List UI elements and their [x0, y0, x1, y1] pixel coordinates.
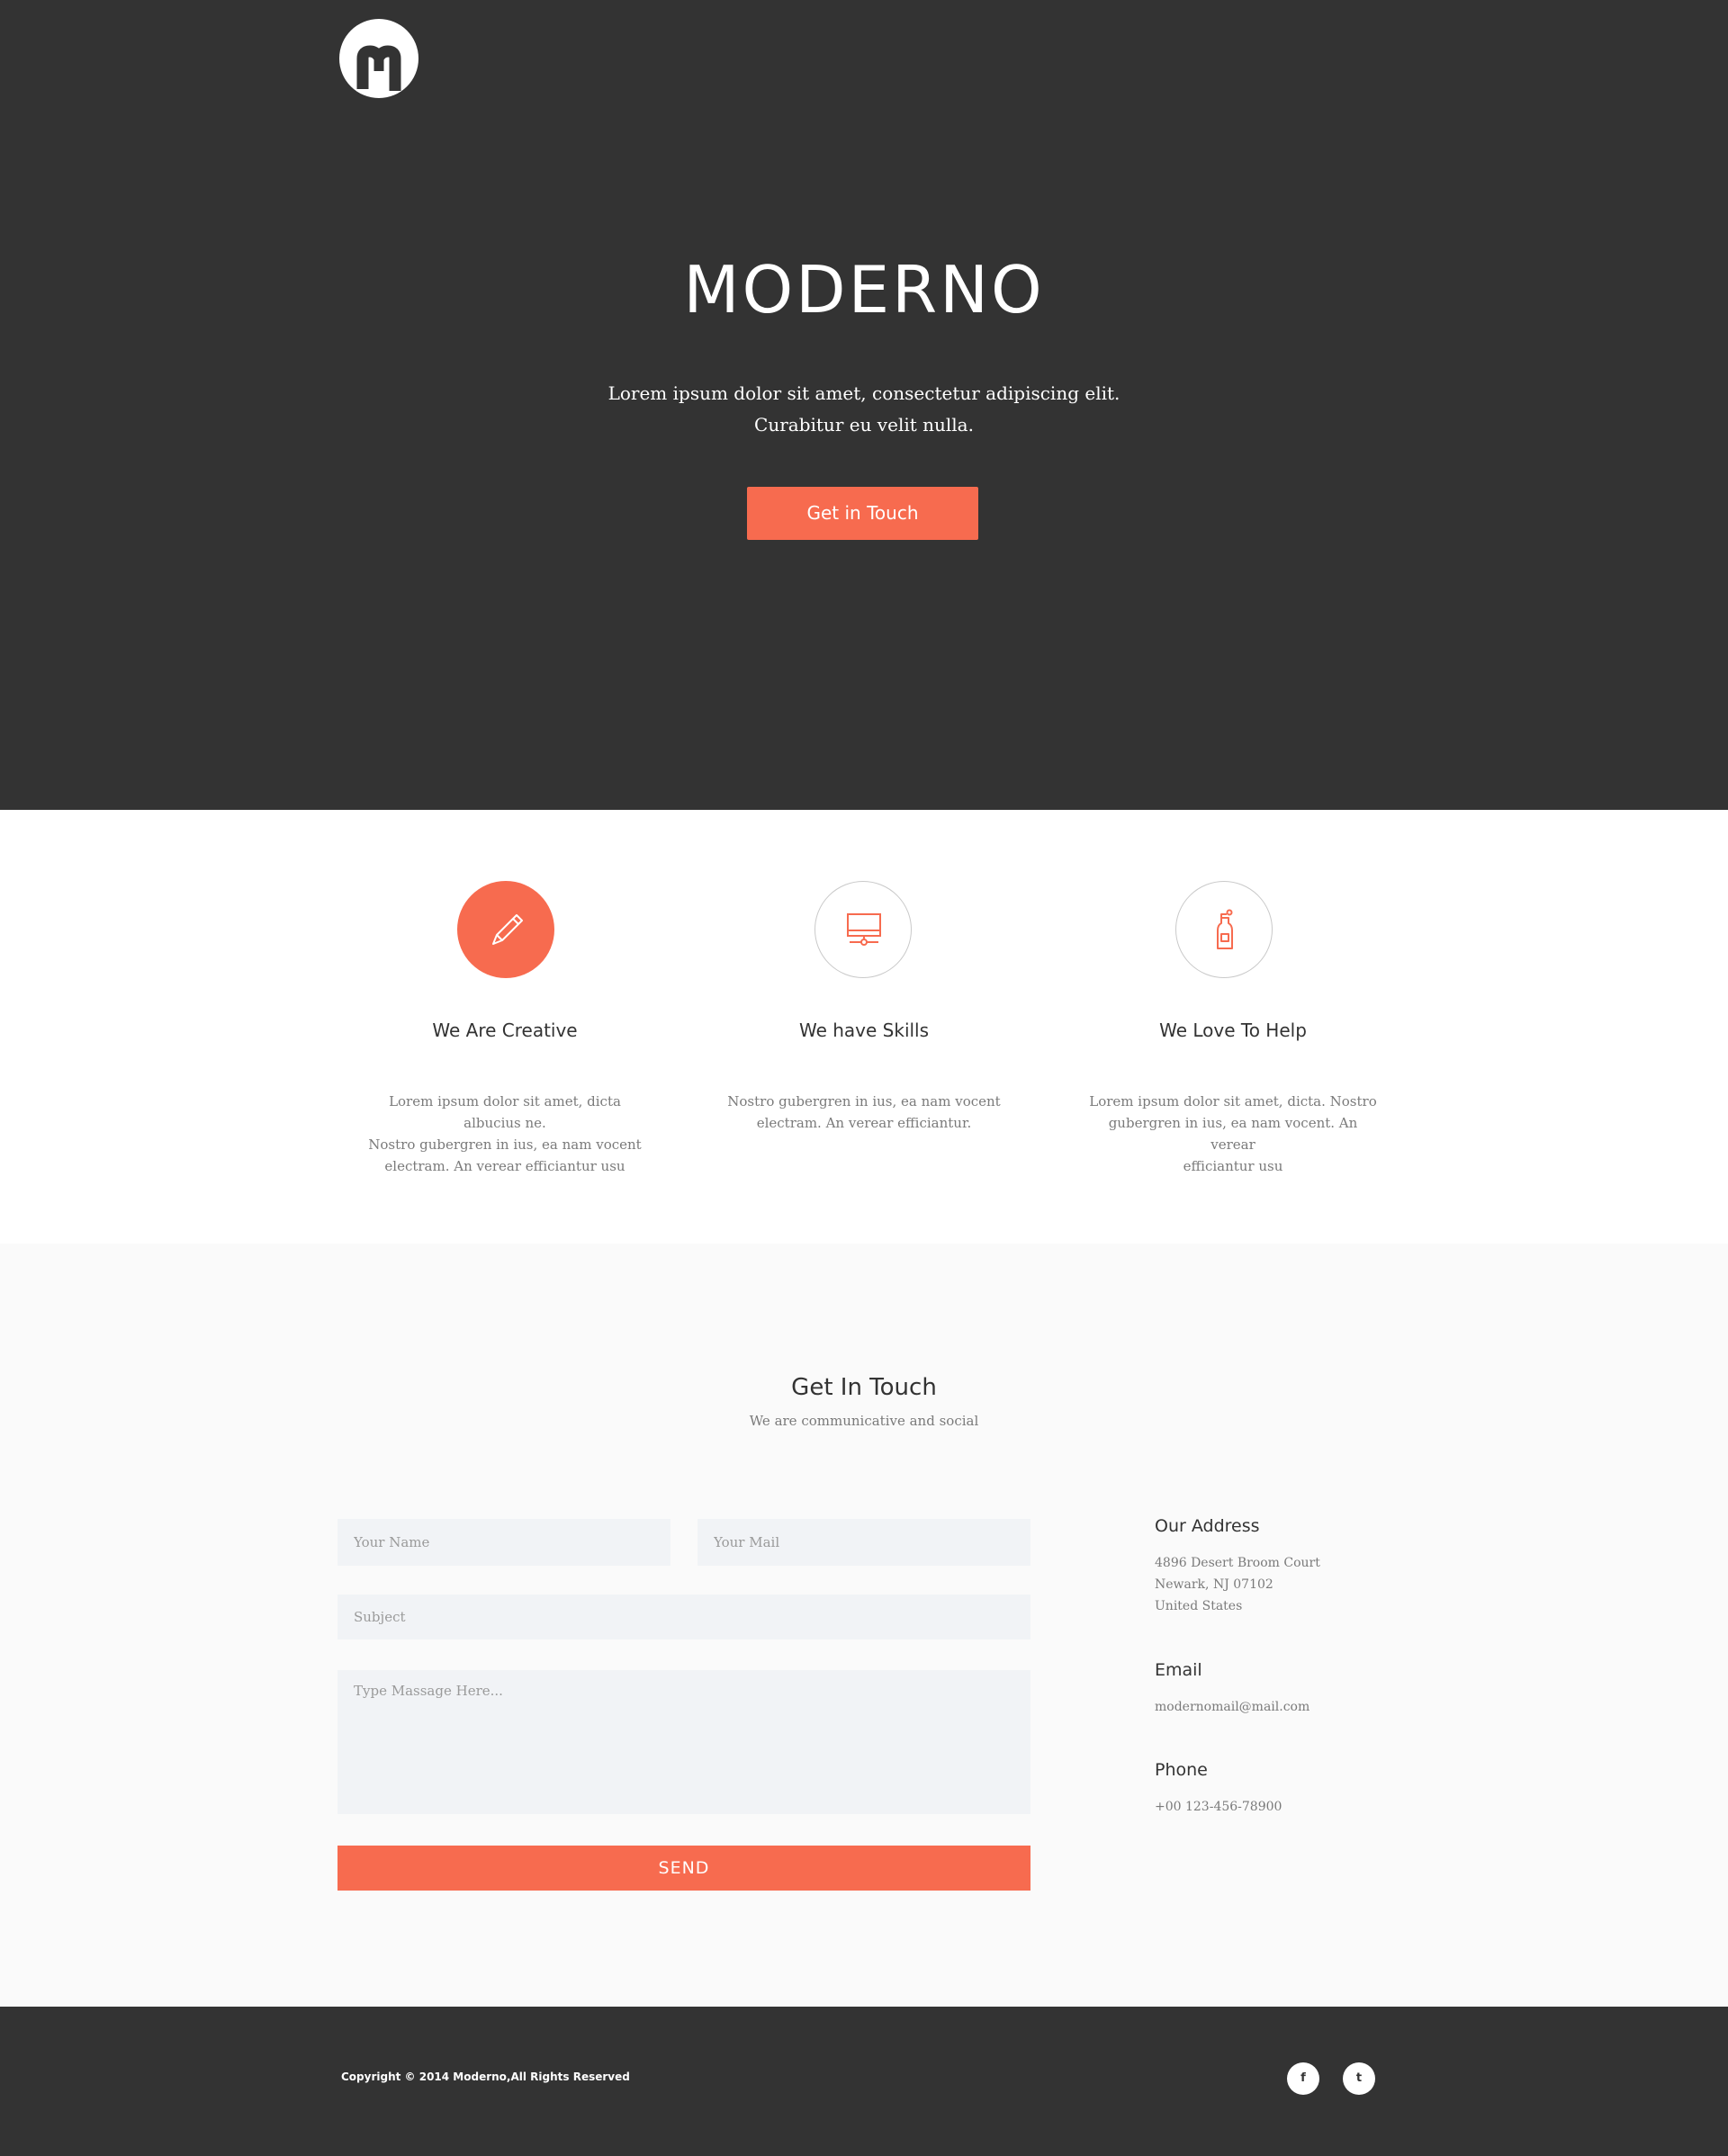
feature-title: We Are Creative [432, 1020, 578, 1041]
feature-text: Nostro gubergren in ius, ea nam vocent e… [720, 1091, 1008, 1134]
footer: Copyright © 2014 Moderno,All Rights Rese… [0, 2007, 1728, 2156]
feature-text: Lorem ipsum dolor sit amet, dicta. Nostr… [1089, 1091, 1377, 1177]
contact-title: Get In Touch [791, 1374, 937, 1401]
feature-title: We have Skills [798, 1020, 930, 1041]
hero-subtitle-line: Lorem ipsum dolor sit amet, consectetur … [608, 382, 1120, 404]
get-in-touch-button[interactable]: Get in Touch [747, 487, 978, 540]
moderno-m-icon [356, 45, 401, 91]
feature-text: Lorem ipsum dolor sit amet, dicta albuci… [361, 1091, 649, 1177]
hero-subtitle: Lorem ipsum dolor sit amet, consectetur … [504, 378, 1224, 441]
name-input[interactable] [338, 1519, 670, 1566]
feature-title: We Love To Help [1159, 1020, 1307, 1041]
feature-text-line: electram. An verear efficiantur usu [384, 1158, 626, 1174]
address-line: 4896 Desert Broom Court [1155, 1556, 1320, 1570]
hero-section: MODERNO Lorem ipsum dolor sit amet, cons… [0, 0, 1728, 810]
copyright-text: Copyright © 2014 Moderno,All Rights Rese… [341, 2071, 630, 2083]
hero-subtitle-line: Curabitur eu velit nulla. [754, 414, 974, 436]
email-block: Email modernomail@mail.com [1155, 1659, 1310, 1718]
moderno-logo[interactable] [339, 19, 418, 98]
address-text: 4896 Desert Broom Court Newark, NJ 07102… [1155, 1552, 1320, 1617]
contact-subtitle: We are communicative and social [749, 1413, 979, 1429]
address-line: United States [1155, 1599, 1243, 1613]
feature-text-line: Lorem ipsum dolor sit amet, dicta. Nostr… [1089, 1093, 1377, 1109]
phone-value[interactable]: +00 123-456-78900 [1155, 1796, 1282, 1818]
bottle-icon [1175, 881, 1273, 978]
feature-text-line: Nostro gubergren in ius, ea nam vocent [368, 1136, 642, 1153]
subject-input[interactable] [338, 1595, 1030, 1639]
email-value[interactable]: modernomail@mail.com [1155, 1696, 1310, 1718]
features-section: We Are Creative Lorem ipsum dolor sit am… [0, 810, 1728, 1244]
message-textarea[interactable] [338, 1670, 1030, 1814]
twitter-icon[interactable]: t [1343, 2062, 1375, 2095]
feature-text-line: gubergren in ius, ea nam vocent. An vere… [1108, 1115, 1358, 1153]
pencil-icon [457, 881, 554, 978]
feature-text-line: Lorem ipsum dolor sit amet, dicta albuci… [389, 1093, 621, 1131]
contact-section: Get In Touch We are communicative and so… [0, 1244, 1728, 2007]
send-button[interactable]: SEND [338, 1846, 1030, 1891]
hero-title: MODERNO [683, 252, 1045, 328]
email-input[interactable] [698, 1519, 1030, 1566]
feature-text-line: electram. An verear efficiantur. [756, 1115, 972, 1131]
facebook-icon[interactable]: f [1287, 2062, 1319, 2095]
email-heading: Email [1155, 1660, 1202, 1680]
address-line: Newark, NJ 07102 [1155, 1577, 1274, 1592]
feature-text-line: Nostro gubergren in ius, ea nam vocent [727, 1093, 1001, 1109]
monitor-icon [814, 881, 912, 978]
address-block: Our Address 4896 Desert Broom Court Newa… [1155, 1515, 1320, 1617]
feature-text-line: efficiantur usu [1183, 1158, 1283, 1174]
phone-block: Phone +00 123-456-78900 [1155, 1759, 1282, 1818]
address-heading: Our Address [1155, 1516, 1260, 1536]
phone-heading: Phone [1155, 1760, 1208, 1780]
